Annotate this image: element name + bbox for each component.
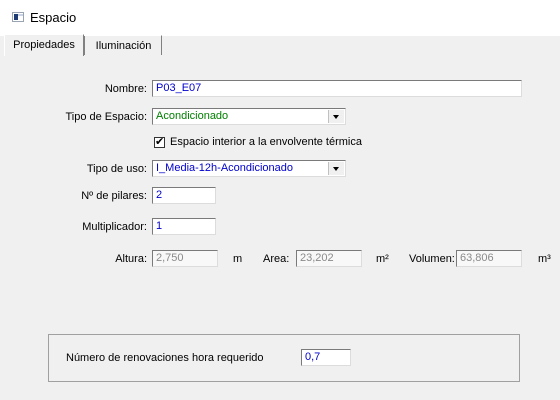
interior-envolvente-label: Espacio interior a la envolvente térmica [170,136,362,148]
area-field: 23,202 [296,250,362,267]
volumen-unit: m³ [538,253,551,265]
tab-divider [84,36,85,55]
window-title: Espacio [30,10,77,25]
multiplicador-field[interactable]: 1 [152,218,216,235]
title-bar: Espacio [0,0,560,28]
check-icon: ✔ [155,136,165,148]
tipo-espacio-label: Tipo de Espacio: [65,111,147,123]
area-label: Area: [263,253,290,265]
chevron-down-icon[interactable] [328,110,344,123]
renovaciones-field[interactable]: 0,7 [301,349,351,366]
altura-unit: m [233,253,243,265]
pilares-label: Nº de pilares: [81,190,147,202]
tab-propiedades[interactable]: Propiedades [4,34,84,56]
tipo-uso-select[interactable]: I_Media-12h-Acondicionado [152,160,346,177]
app-window-icon [12,12,24,22]
chevron-down-icon[interactable] [328,162,344,175]
tipo-espacio-value: Acondicionado [156,110,229,122]
altura-field: 2,750 [152,250,218,267]
volumen-field: 63,806 [456,250,522,267]
interior-envolvente-checkbox[interactable]: ✔ [154,136,165,148]
altura-label: Altura: [115,253,147,265]
pilares-field[interactable]: 2 [152,187,216,204]
tipo-uso-label: Tipo de uso: [86,163,147,175]
tab-iluminacion[interactable]: Iluminación [86,35,162,55]
multiplicador-label: Multiplicador: [82,221,147,233]
nombre-label: Nombre: [104,83,147,95]
renovaciones-label: Número de renovaciones hora requerido [66,352,264,364]
nombre-field[interactable]: P03_E07 [152,80,522,97]
volumen-label: Volumen: [409,253,455,265]
tipo-espacio-select[interactable]: Acondicionado [152,108,346,125]
tipo-uso-value: I_Media-12h-Acondicionado [156,162,293,174]
area-unit: m² [376,253,389,265]
